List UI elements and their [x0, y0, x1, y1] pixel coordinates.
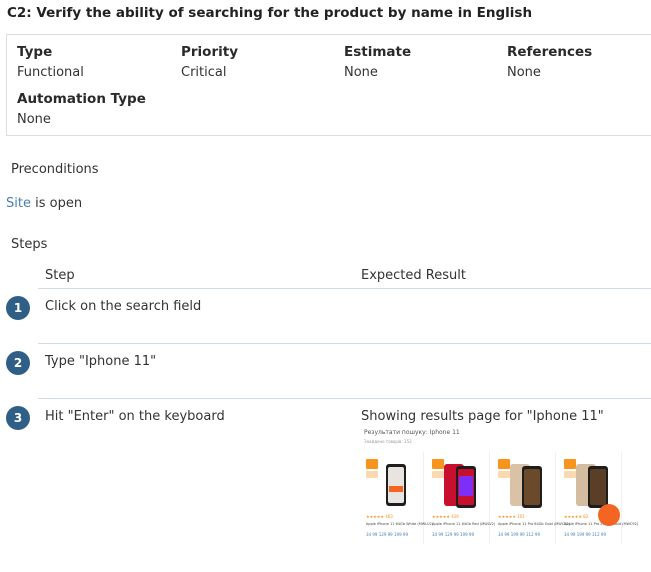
product-price: 34 99 129 99 199 99 [432, 532, 474, 537]
field-priority-label: Priority [181, 44, 238, 60]
field-estimate-label: Estimate [344, 44, 412, 60]
field-estimate-value: None [344, 65, 378, 80]
column-header-expected: Expected Result [361, 268, 466, 283]
step-number-badge: 3 [6, 406, 30, 430]
field-priority: Priority Critical [181, 44, 238, 80]
product-rating: ★★★★★ 82 [564, 514, 589, 519]
product-rating: ★★★★★ 463 [366, 514, 393, 519]
row-divider [38, 343, 651, 344]
screenshot-subtitle: Знайдено товарів: 152 [364, 439, 412, 444]
field-references-label: References [507, 44, 593, 60]
phone-image [510, 464, 542, 508]
step-expected-result: Showing results page for "Iphone 11" [361, 409, 604, 424]
product-card: ★★★★★ 82 Apple iPhone 11 Pro 256Gb Gold … [562, 452, 638, 544]
phone-image [444, 464, 476, 508]
fields-panel: Type Functional Priority Critical Estima… [6, 34, 651, 136]
product-name: Apple iPhone 11 Pro 64Gb Gold (MWC52) [498, 522, 571, 526]
field-type-label: Type [17, 44, 53, 60]
field-references-value: None [507, 65, 541, 80]
product-rating: ★★★★★ 101 [498, 514, 525, 519]
field-type: Type Functional [17, 44, 84, 80]
product-price: 34 99 199 99 312 99 [498, 532, 540, 537]
field-type-value: Functional [17, 65, 84, 80]
field-estimate: Estimate None [344, 44, 411, 80]
step-number-badge: 2 [6, 351, 30, 375]
header-divider [38, 288, 651, 289]
phone-image [386, 464, 406, 506]
field-automation-type: Automation Type None [17, 91, 146, 127]
product-name: Apple iPhone 11 64Gb Red (MWLV2) [432, 522, 496, 526]
field-priority-value: Critical [181, 65, 227, 80]
step-description: Type "Iphone 11" [45, 354, 157, 369]
step-description: Hit "Enter" on the keyboard [45, 409, 225, 424]
product-price: 34 99 199 99 312 99 [564, 532, 606, 537]
screenshot-title: Результати пошуку: Iphone 11 [364, 429, 460, 436]
preconditions-suffix: is open [30, 196, 83, 211]
field-references: References None [507, 44, 592, 80]
page-title: C2: Verify the ability of searching for … [7, 5, 533, 21]
product-price: 34 99 129 99 199 99 [366, 532, 408, 537]
steps-heading: Steps [11, 237, 48, 252]
field-automation-type-value: None [17, 112, 51, 127]
product-card: ★★★★★ 101 Apple iPhone 11 Pro 64Gb Gold … [496, 452, 570, 544]
phone-screen [388, 467, 404, 503]
preconditions-heading: Preconditions [11, 162, 99, 177]
product-name: Apple iPhone 11 64Gb White (MWLU2) [366, 522, 434, 526]
promo-bubble-icon [598, 504, 620, 526]
step-description: Click on the search field [45, 299, 202, 314]
preconditions-text: Site is open [6, 196, 82, 211]
row-divider [38, 398, 651, 399]
expected-result-screenshot[interactable]: Результати пошуку: Iphone 11 Знайдено то… [362, 426, 638, 546]
step-number-badge: 1 [6, 296, 30, 320]
product-card: ★★★★★ 426 Apple iPhone 11 64Gb Red (MWLV… [430, 452, 495, 544]
field-automation-type-label: Automation Type [17, 91, 146, 107]
product-card: ★★★★★ 463 Apple iPhone 11 64Gb White (MW… [364, 452, 433, 544]
product-rating: ★★★★★ 426 [432, 514, 459, 519]
site-link[interactable]: Site [6, 196, 31, 211]
column-header-step: Step [45, 268, 75, 283]
